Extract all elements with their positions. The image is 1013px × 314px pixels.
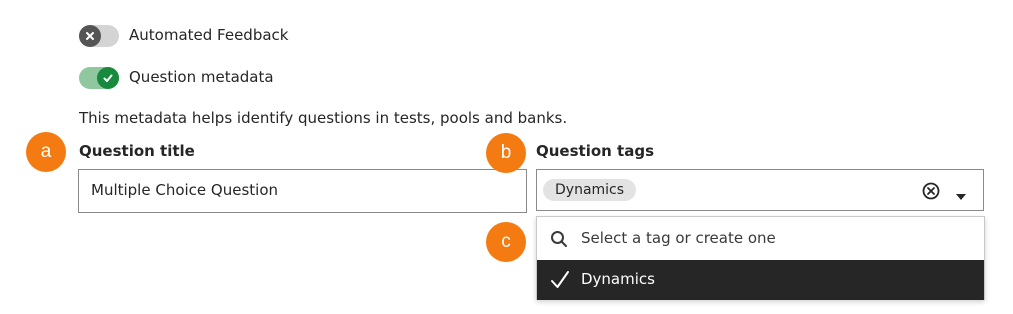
checkmark-icon [549,269,571,295]
question-metadata-toggle[interactable] [79,67,119,89]
question-title-input[interactable]: Multiple Choice Question [78,169,527,213]
check-icon [97,67,119,89]
metadata-helper-text: This metadata helps identify questions i… [79,109,568,127]
tag-dropdown-menu: Select a tag or create one Dynamics [536,216,985,300]
callout-badge-c: c [486,222,526,262]
tag-option-dynamics[interactable]: Dynamics [537,260,984,300]
question-tags-select[interactable]: Dynamics [536,169,984,211]
caret-down-icon[interactable] [955,186,967,205]
question-metadata-label: Question metadata [129,68,274,86]
question-tags-label: Question tags [536,142,655,160]
tag-search-input[interactable]: Select a tag or create one [581,229,776,247]
close-icon [79,25,101,47]
automated-feedback-toggle[interactable] [79,25,119,47]
clear-circle-icon[interactable] [921,181,941,205]
callout-badge-b: b [486,133,526,173]
question-title-label: Question title [79,142,195,160]
search-icon [550,230,568,252]
tag-search-row[interactable]: Select a tag or create one [537,217,984,260]
tag-option-label: Dynamics [581,270,655,288]
automated-feedback-label: Automated Feedback [129,26,289,44]
callout-badge-a: a [26,132,66,172]
question-title-value: Multiple Choice Question [91,181,279,199]
tag-chip-dynamics[interactable]: Dynamics [543,179,637,201]
